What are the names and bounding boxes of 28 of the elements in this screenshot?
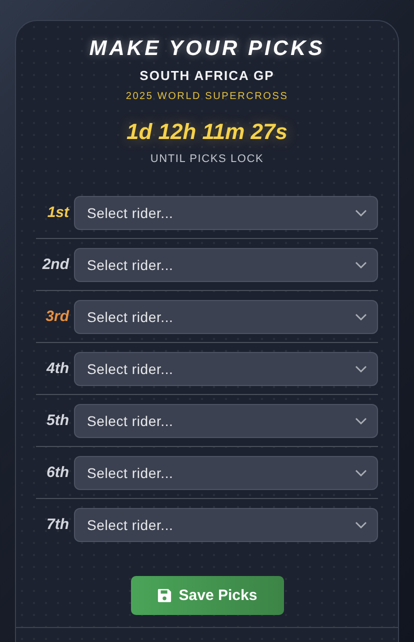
chevron-down-icon (355, 468, 367, 476)
chevron-down-icon (355, 416, 367, 424)
chevron-down-icon (355, 260, 367, 268)
rider-select[interactable]: Select rider... (74, 404, 378, 438)
place-label: 6th (46, 464, 69, 481)
place-label: 3rd (44, 308, 69, 325)
chevron-down-icon (355, 312, 367, 320)
countdown-caption: UNTIL PICKS LOCK (150, 153, 264, 165)
place-label: 1st (46, 204, 69, 221)
chevron-down-icon (355, 208, 367, 216)
page-title: MAKE YOUR PICKS (89, 37, 325, 61)
rider-select[interactable]: Select rider... (74, 300, 378, 334)
event-name: SOUTH AFRICA GP (140, 68, 274, 83)
rider-select[interactable]: Select rider... (74, 196, 378, 230)
chevron-down-icon (355, 520, 367, 528)
series-name: 2025 WORLD SUPERCROSS (126, 91, 288, 102)
place-label: 5th (46, 412, 69, 429)
place-label: 4th (45, 360, 69, 377)
place-label: 7th (46, 516, 69, 533)
rider-select[interactable]: Select rider... (74, 508, 378, 542)
save-icon (156, 588, 172, 603)
rider-select[interactable]: Select rider... (74, 352, 378, 386)
rider-select[interactable]: Select rider... (74, 456, 378, 490)
rider-select[interactable]: Select rider... (74, 248, 378, 282)
place-label: 2nd (41, 256, 69, 273)
save-button[interactable]: Save Picks (130, 576, 284, 615)
chevron-down-icon (355, 364, 367, 372)
countdown-timer: 1d 12h 11m 27s (126, 119, 288, 145)
